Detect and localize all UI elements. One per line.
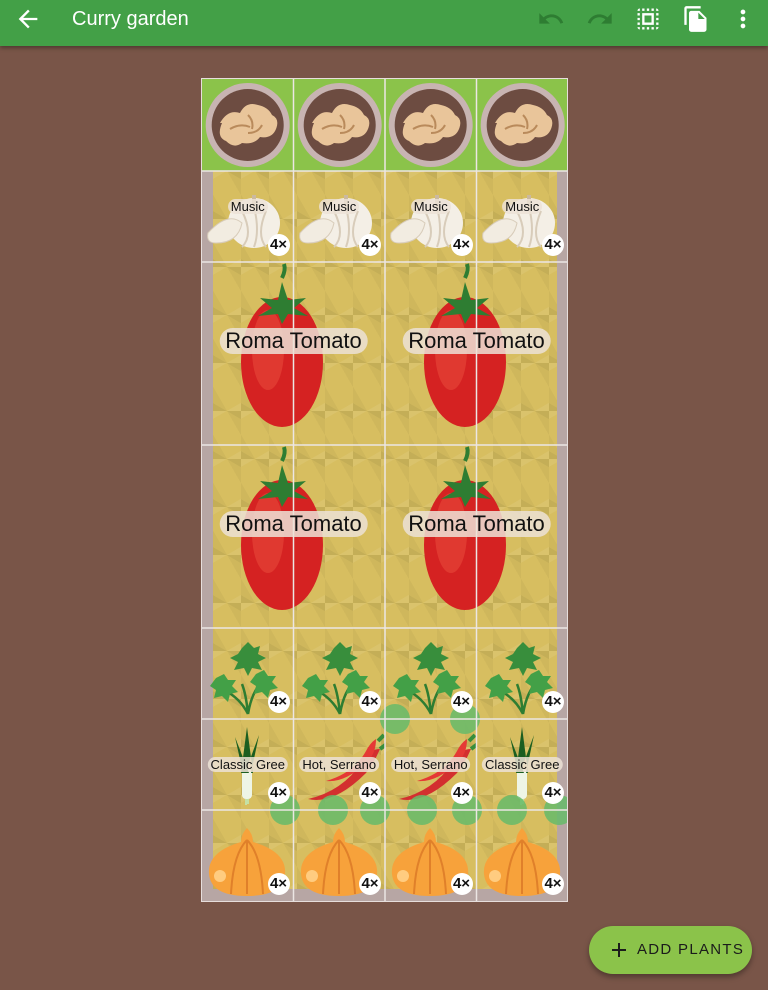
back-button[interactable] <box>14 5 44 33</box>
plant-cell-tomato[interactable] <box>385 262 567 445</box>
plant-count-badge: 4× <box>267 873 290 895</box>
plant-cell-tomato[interactable] <box>202 445 385 628</box>
plant-count-badge: 4× <box>450 691 473 713</box>
plant-count-badge: 4× <box>450 234 473 256</box>
plant-count-badge: 4× <box>359 782 381 804</box>
plant-count-badge: 4× <box>542 873 564 895</box>
copy-icon <box>684 6 707 32</box>
plant-count-badge: 4× <box>267 782 290 804</box>
plant-cell-tomato[interactable] <box>202 262 385 445</box>
undo-button[interactable] <box>537 5 567 33</box>
plant-count-badge: 4× <box>267 234 290 256</box>
plant-cell-tomato[interactable] <box>385 445 567 628</box>
add-plants-label: ADD PLANTS <box>637 941 745 958</box>
plant-cell-ginger[interactable] <box>477 79 568 171</box>
add-plants-button[interactable]: ADD PLANTS <box>589 926 752 974</box>
ginger-icon <box>205 83 290 167</box>
more-vert-icon <box>740 9 746 29</box>
plant-label: Roma Tomato <box>402 510 551 537</box>
plant-count-badge: 4× <box>267 691 290 713</box>
plant-label: Hot, Serrano <box>299 757 380 772</box>
ground-cover-dot <box>380 704 410 734</box>
ginger-icon <box>297 83 382 167</box>
redo-icon <box>587 13 612 24</box>
arrow-back-icon <box>18 9 38 29</box>
plant-label: Roma Tomato <box>219 510 368 537</box>
redo-button[interactable] <box>586 5 616 33</box>
undo-icon <box>539 13 564 24</box>
tomato-icon <box>241 263 323 427</box>
plant-cell-ginger[interactable] <box>294 79 386 171</box>
plant-label: Music <box>227 199 268 214</box>
plant-count-badge: 4× <box>450 782 473 804</box>
select-all-button[interactable] <box>634 5 664 33</box>
plant-cell-ginger[interactable] <box>385 79 477 171</box>
plant-label: Hot, Serrano <box>390 757 471 772</box>
plant-count-badge: 4× <box>542 234 564 256</box>
ground-cover-dot <box>318 795 348 825</box>
plant-label: Roma Tomato <box>402 327 551 354</box>
ground-cover-dot <box>497 795 527 825</box>
ginger-icon <box>480 83 565 167</box>
ground-cover-dot <box>407 795 437 825</box>
plant-label: Music <box>410 199 451 214</box>
page-title: Curry garden <box>72 8 189 30</box>
plant-label: Classic Gree <box>482 757 563 772</box>
plant-count-badge: 4× <box>542 691 564 713</box>
more-options-button[interactable] <box>729 5 759 33</box>
copy-button[interactable] <box>682 5 712 33</box>
plant-count-badge: 4× <box>359 234 381 256</box>
tomato-icon <box>424 446 506 610</box>
plant-count-badge: 4× <box>359 873 381 895</box>
plus-icon <box>612 943 626 957</box>
tomato-icon <box>424 263 506 427</box>
plant-count-badge: 4× <box>542 782 564 804</box>
plant-count-badge: 4× <box>450 873 473 895</box>
plant-count-badge: 4× <box>359 691 381 713</box>
ginger-icon <box>388 83 473 167</box>
plant-label: Classic Gree <box>207 757 288 772</box>
garden-bed[interactable]: Music 4× Music 4× Music 4× Music 4× Roma Tom… <box>201 78 568 902</box>
select-all-icon <box>637 8 659 30</box>
plant-label: Roma Tomato <box>219 327 368 354</box>
app-bar: Curry garden <box>0 0 768 46</box>
plant-label: Music <box>502 199 543 214</box>
plant-cell-ginger[interactable] <box>202 79 294 171</box>
tomato-icon <box>241 446 323 610</box>
plant-label: Music <box>319 199 360 214</box>
